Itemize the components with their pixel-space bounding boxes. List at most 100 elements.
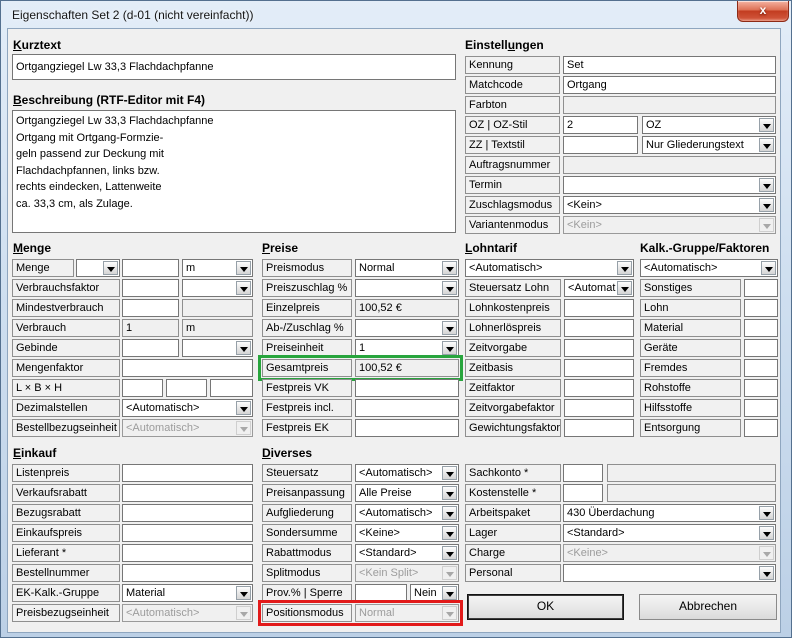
group-title-menge: Menge — [13, 241, 51, 255]
group-title-lohntarif: Lohntarif — [465, 241, 517, 255]
bestellnummer-input[interactable] — [122, 564, 253, 582]
sonstiges-input[interactable] — [744, 279, 778, 297]
dropdown-arrow-icon — [103, 261, 118, 275]
verbrauchsfaktor-unit-select[interactable] — [182, 279, 253, 297]
zeitvorgabefaktor-input[interactable] — [564, 399, 634, 417]
lohnerloespreis-label: Lohnerlöspreis — [465, 319, 561, 337]
dropdown-arrow-icon — [442, 506, 457, 520]
zz-textstil-label: ZZ | Textstil — [465, 136, 560, 154]
textstil-select[interactable]: Nur Gliederungstext — [642, 136, 776, 154]
breite-input[interactable] — [166, 379, 207, 397]
lohnkostenpreis-input[interactable] — [564, 299, 634, 317]
lohntarif-select[interactable]: <Automatisch> — [465, 259, 634, 277]
steuersatz-select[interactable]: <Automatisch> — [355, 464, 459, 482]
festpreis-incl-input[interactable] — [355, 399, 459, 417]
sondersumme-select[interactable]: <Keine> — [355, 524, 459, 542]
gebinde-unit-select[interactable] — [182, 339, 253, 357]
kurztext-input[interactable]: Ortgangziegel Lw 33,3 Flachdachpfanne — [12, 54, 456, 80]
menge-unit-select[interactable]: m — [182, 259, 253, 277]
zz-input[interactable] — [563, 136, 638, 154]
menge-mode-select[interactable] — [76, 259, 120, 277]
verbrauch-unit: m — [182, 319, 253, 337]
sachkonto-input[interactable] — [563, 464, 603, 482]
kalk-gruppe-select[interactable]: <Automatisch> — [640, 259, 778, 277]
beschreibung-textarea[interactable]: Ortgangziegel Lw 33,3 Flachdachpfanne Or… — [12, 110, 456, 233]
zuschlagsmodus-select[interactable]: <Kein> — [563, 196, 776, 214]
group-title-diverses: Diverses — [262, 446, 312, 460]
mengenfaktor-input[interactable] — [122, 359, 253, 377]
personal-select[interactable] — [563, 564, 776, 582]
dropdown-arrow-icon — [236, 281, 251, 295]
sperre-select[interactable]: Nein — [410, 584, 459, 602]
gebinde-label: Gebinde — [12, 339, 120, 357]
prov-input[interactable] — [355, 584, 407, 602]
preiszuschlag-select[interactable] — [355, 279, 459, 297]
aufgliederung-select[interactable]: <Automatisch> — [355, 504, 459, 522]
lohn-input[interactable] — [744, 299, 778, 317]
title-bar[interactable]: Eigenschaften Set 2 (d-01 (nicht vereinf… — [1, 1, 791, 28]
zeitvorgabe-input[interactable] — [564, 339, 634, 357]
verkaufsrabatt-input[interactable] — [122, 484, 253, 502]
group-title-einkauf: Einkauf — [13, 446, 56, 460]
oz-input[interactable]: 2 — [563, 116, 638, 134]
dropdown-arrow-icon — [442, 281, 457, 295]
fremdes-label: Fremdes — [640, 359, 741, 377]
lohnerloespreis-input[interactable] — [564, 319, 634, 337]
ok-button[interactable]: OK — [467, 594, 624, 620]
close-button[interactable]: x — [737, 1, 789, 22]
festpreis-vk-input[interactable] — [355, 379, 459, 397]
einkaufspreis-input[interactable] — [122, 524, 253, 542]
gewichtungsfaktor-input[interactable] — [564, 419, 634, 437]
ek-kalk-gruppe-select[interactable]: Material — [122, 584, 253, 602]
lager-select[interactable]: <Standard> — [563, 524, 776, 542]
zeitbasis-input[interactable] — [564, 359, 634, 377]
hoehe-input[interactable] — [210, 379, 253, 397]
cancel-button[interactable]: Abbrechen — [639, 594, 777, 620]
kennung-input[interactable]: Set — [563, 56, 776, 74]
festpreis-ek-input[interactable] — [355, 419, 459, 437]
dropdown-arrow-icon — [442, 261, 457, 275]
abzuschlag-label: Ab-/Zuschlag % — [262, 319, 352, 337]
sonstiges-label: Sonstiges — [640, 279, 741, 297]
dropdown-arrow-icon — [759, 198, 774, 212]
lieferant-input[interactable] — [122, 544, 253, 562]
zeitfaktor-input[interactable] — [564, 379, 634, 397]
preismodus-select[interactable]: Normal — [355, 259, 459, 277]
hilfsstoffe-input[interactable] — [744, 399, 778, 417]
zeitvorgabefaktor-label: Zeitvorgabefaktor — [465, 399, 561, 417]
dropdown-arrow-icon — [236, 261, 251, 275]
matchcode-input[interactable]: Ortgang — [563, 76, 776, 94]
listenpreis-input[interactable] — [122, 464, 253, 482]
einkaufspreis-label: Einkaufspreis — [12, 524, 120, 542]
preisanpassung-select[interactable]: Alle Preise — [355, 484, 459, 502]
preiseinheit-select[interactable]: 1 — [355, 339, 459, 357]
fremdes-input[interactable] — [744, 359, 778, 377]
rabattmodus-select[interactable]: <Standard> — [355, 544, 459, 562]
verbrauchsfaktor-input[interactable] — [122, 279, 179, 297]
festpreis-incl-label: Festpreis incl. — [262, 399, 352, 417]
einzelpreis-value: 100,52 € — [355, 299, 459, 317]
prov-sperre-label: Prov.% | Sperre — [262, 584, 352, 602]
dropdown-arrow-icon — [236, 586, 251, 600]
bezugsrabatt-input[interactable] — [122, 504, 253, 522]
kostenstelle-input[interactable] — [563, 484, 603, 502]
gebinde-input[interactable] — [122, 339, 179, 357]
steuersatz-lohn-select[interactable]: <Automat — [564, 279, 634, 297]
oz-stil-select[interactable]: OZ — [642, 116, 776, 134]
dropdown-arrow-icon — [759, 118, 774, 132]
menge-input[interactable] — [122, 259, 179, 277]
preiseinheit-label: Preiseinheit — [262, 339, 352, 357]
entsorgung-input[interactable] — [744, 419, 778, 437]
rohstoffe-input[interactable] — [744, 379, 778, 397]
lohn-label: Lohn — [640, 299, 741, 317]
einzelpreis-label: Einzelpreis — [262, 299, 352, 317]
abzuschlag-select[interactable] — [355, 319, 459, 337]
zeitbasis-label: Zeitbasis — [465, 359, 561, 377]
dezimalstellen-select[interactable]: <Automatisch> — [122, 399, 253, 417]
geraete-input[interactable] — [744, 339, 778, 357]
termin-select[interactable] — [563, 176, 776, 194]
laenge-input[interactable] — [122, 379, 163, 397]
mindestverbrauch-input[interactable] — [122, 299, 179, 317]
material-input[interactable] — [744, 319, 778, 337]
arbeitspaket-select[interactable]: 430 Überdachung — [563, 504, 776, 522]
